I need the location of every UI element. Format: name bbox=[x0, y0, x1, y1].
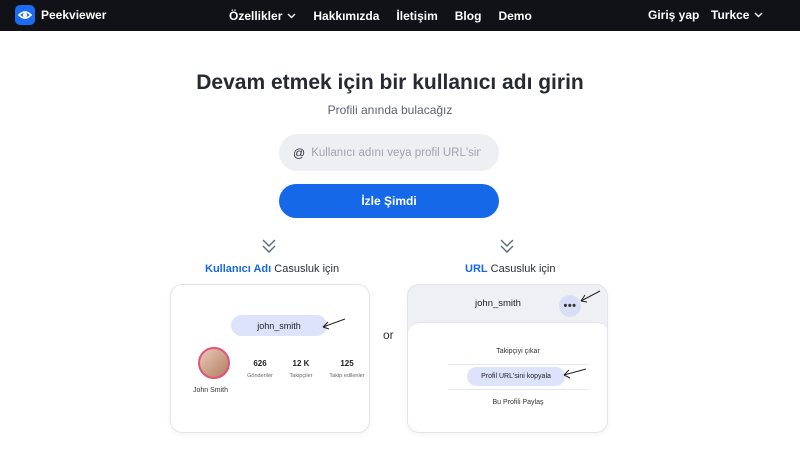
brand-name: Peekviewer bbox=[41, 8, 107, 22]
eye-logo-icon bbox=[15, 5, 35, 25]
username-section-accent: Kullanıcı Adı bbox=[205, 263, 272, 275]
stat-following: 125 Takip edilenler bbox=[329, 359, 365, 379]
watch-now-button[interactable]: İzle Şimdi bbox=[279, 184, 499, 218]
stat-posts: 626 Gönderiler bbox=[242, 359, 278, 379]
stat-label: Takipçiler bbox=[289, 373, 313, 379]
nav-link-features[interactable]: Özellikler bbox=[229, 9, 296, 23]
url-section-rest: Casusluk için bbox=[487, 263, 556, 275]
menu-item-remove-follower[interactable]: Takipçiyi çıkar bbox=[448, 348, 588, 355]
username-section-label: Kullanıcı Adı Casusluk için bbox=[205, 263, 339, 275]
language-selector[interactable]: Turkce bbox=[711, 8, 763, 22]
double-chevron-down-icon bbox=[262, 239, 276, 253]
nav-link-demo[interactable]: Demo bbox=[498, 9, 531, 23]
chevron-down-icon bbox=[287, 13, 296, 18]
stat-label: Takip edilenler bbox=[329, 373, 365, 379]
menu-divider bbox=[448, 364, 588, 365]
stat-value: 125 bbox=[340, 359, 354, 368]
top-nav: Peekviewer Özellikler Hakkımızda İletişi… bbox=[0, 0, 800, 31]
double-chevron-down-icon bbox=[500, 239, 514, 253]
username-section-rest: Casusluk için bbox=[271, 263, 340, 275]
username-input[interactable] bbox=[311, 146, 482, 159]
arrow-pointer-icon bbox=[563, 368, 587, 379]
username-search: @ bbox=[279, 134, 499, 171]
avatar-name: John Smith bbox=[193, 387, 229, 394]
chevron-down-icon bbox=[754, 12, 763, 18]
nav-link-contact[interactable]: İletişim bbox=[396, 9, 437, 23]
menu-item-share-profile[interactable]: Bu Profili Paylaş bbox=[448, 399, 588, 406]
page-title: Devam etmek için bir kullanıcı adı girin bbox=[196, 71, 584, 94]
nav-link-features-label: Özellikler bbox=[229, 8, 283, 23]
url-example-card: john_smith ••• Takipçiyi çıkar Profil UR… bbox=[407, 284, 608, 433]
stat-value: 626 bbox=[253, 359, 267, 368]
menu-divider bbox=[448, 389, 588, 390]
arrow-pointer-icon bbox=[580, 290, 601, 303]
stat-label: Gönderiler bbox=[247, 373, 273, 379]
nav-link-blog[interactable]: Blog bbox=[455, 9, 482, 23]
language-label: Turkce bbox=[711, 8, 750, 22]
page-subtitle: Profili anında bulacağız bbox=[327, 103, 453, 117]
options-sheet: Takipçiyi çıkar Profil URL'sini kopyala … bbox=[408, 322, 607, 432]
url-section-accent: URL bbox=[465, 263, 488, 275]
stat-value: 12 K bbox=[292, 359, 310, 368]
or-separator: or bbox=[383, 328, 394, 342]
avatar bbox=[198, 347, 230, 379]
arrow-pointer-icon bbox=[322, 318, 346, 330]
at-icon: @ bbox=[293, 145, 306, 160]
login-link[interactable]: Giriş yap bbox=[648, 8, 699, 22]
username-example-card: john_smith John Smith 626 Gönderiler 12 … bbox=[170, 284, 370, 433]
nav-link-about[interactable]: Hakkımızda bbox=[313, 9, 379, 23]
username-pill: john_smith bbox=[231, 315, 327, 336]
url-section-label: URL Casusluk için bbox=[465, 263, 555, 275]
menu-item-copy-url[interactable]: Profil URL'sini kopyala bbox=[467, 367, 565, 386]
brand[interactable]: Peekviewer bbox=[15, 5, 106, 25]
nav-links: Özellikler Hakkımızda İletişim Blog Demo bbox=[229, 0, 549, 31]
stat-followers: 12 K Takipçiler bbox=[283, 359, 319, 379]
